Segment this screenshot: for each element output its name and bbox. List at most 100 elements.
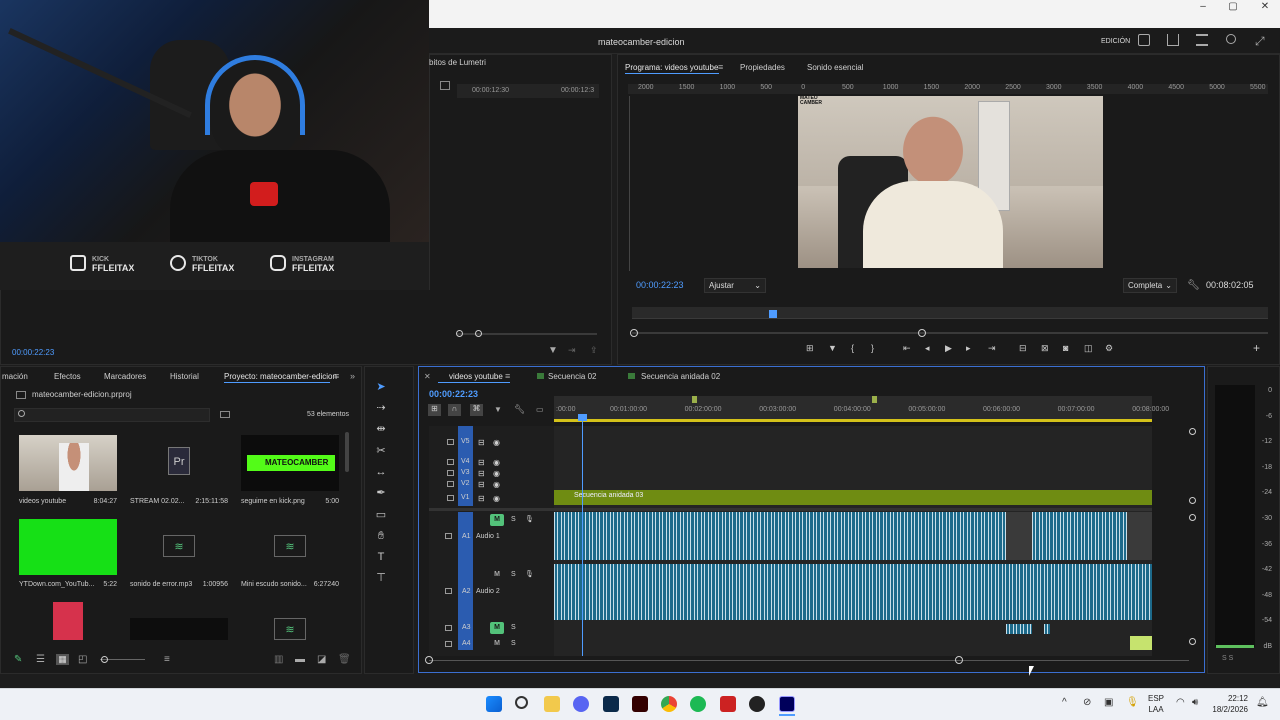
comparison-icon[interactable]: ◫ — [1084, 343, 1093, 354]
quality-dropdown[interactable]: Completa ⌄ — [1123, 278, 1177, 293]
lock-icon[interactable] — [445, 641, 452, 647]
icon-view-icon[interactable]: ▦ — [56, 654, 69, 665]
tab-menu-icon[interactable]: ≡ — [718, 62, 723, 72]
lift-icon[interactable]: ⊟ — [1019, 343, 1027, 354]
a-scroll-handle[interactable] — [1189, 514, 1196, 521]
meter-solo-row[interactable]: S S — [1222, 655, 1233, 662]
share-icon[interactable] — [1167, 34, 1179, 46]
a4-mute-button[interactable]: M — [490, 638, 504, 650]
lock-icon[interactable] — [447, 470, 454, 476]
lock-icon[interactable] — [445, 533, 452, 539]
timeline-menu-icon[interactable]: ≡ — [505, 371, 510, 381]
fullscreen-icon[interactable]: ⤢ — [1255, 34, 1265, 49]
mic-icon[interactable]: 🎙︎ — [525, 570, 534, 578]
expand-panels-icon[interactable]: » — [350, 371, 355, 381]
app-icon[interactable] — [720, 696, 736, 712]
minimize-button[interactable]: – — [1188, 0, 1218, 14]
hscroll-handle-right[interactable] — [955, 656, 963, 664]
a3-mute-button[interactable]: M — [490, 622, 504, 634]
toggle-sync-icon[interactable]: ⊟ — [478, 469, 485, 478]
a2-solo-button[interactable]: S — [511, 571, 516, 578]
wifi-icon[interactable]: ◠ — [1176, 697, 1185, 708]
snap-icon[interactable]: ∩ — [448, 404, 461, 416]
bin-icon[interactable] — [220, 411, 230, 418]
tab-markers[interactable]: Marcadores — [104, 372, 146, 381]
step-back-icon[interactable]: ◂ — [925, 343, 930, 354]
mark-out-icon[interactable]: } — [871, 343, 874, 353]
work-area-bar[interactable] — [554, 419, 1152, 422]
fit-dropdown[interactable]: Ajustar ⌄ — [704, 278, 766, 293]
tab-timeline-videos-youtube[interactable]: videos youtube — [449, 372, 503, 381]
zoom-slider-handle[interactable] — [101, 656, 108, 663]
clip-a2[interactable] — [554, 564, 1152, 620]
source-timecode[interactable]: 00:00:22:23 — [12, 348, 54, 357]
workspaces-icon[interactable] — [1138, 34, 1150, 46]
thumb-row3-1[interactable] — [19, 600, 117, 640]
close-button[interactable]: ✕ — [1250, 0, 1280, 14]
thumb-error-sound[interactable]: ≋ — [130, 519, 228, 575]
playhead-handle[interactable] — [578, 414, 587, 421]
tray-chevron-icon[interactable]: ^ — [1062, 697, 1067, 708]
v-scroll-handle[interactable] — [1189, 428, 1196, 435]
marker[interactable] — [872, 396, 877, 403]
toggle-sync-icon[interactable]: ⊟ — [478, 480, 485, 489]
thumb-kick[interactable]: MATEOCAMBER — [241, 435, 339, 491]
maximize-button[interactable]: ▢ — [1218, 0, 1248, 14]
notification-icon[interactable]: 🔔︎ — [1256, 697, 1269, 708]
filter-icon[interactable]: ▼ — [548, 345, 558, 356]
clip-a3-a[interactable] — [1006, 624, 1032, 634]
layout-code[interactable]: LAA — [1146, 705, 1166, 714]
clock-date[interactable]: 18/2/2026 — [1208, 705, 1248, 714]
track-select-icon[interactable]: ⇢ — [372, 400, 390, 416]
toggle-sync-icon[interactable]: ⊟ — [478, 458, 485, 467]
menu-icon[interactable] — [1196, 34, 1208, 46]
obs-icon[interactable] — [749, 696, 765, 712]
selection-tool-icon[interactable]: ➤ — [372, 379, 390, 395]
razor-icon[interactable]: ✂ — [372, 443, 390, 459]
a4-solo-button[interactable]: S — [511, 640, 516, 647]
add-button-icon[interactable]: + — [1253, 341, 1260, 355]
pencil-icon[interactable]: ✎ — [14, 654, 22, 665]
marker[interactable] — [692, 396, 697, 403]
a3-solo-button[interactable]: S — [511, 624, 516, 631]
type-icon[interactable]: T — [372, 549, 390, 565]
chrome-icon[interactable] — [661, 696, 677, 712]
program-time-ruler[interactable] — [632, 307, 1268, 319]
camera-icon[interactable]: ◙ — [1063, 343, 1068, 353]
project-scrollbar[interactable] — [345, 432, 349, 472]
ripple-edit-icon[interactable]: ⇹ — [372, 421, 390, 437]
lumetri-tab[interactable]: bitos de Lumetri — [429, 58, 486, 67]
new-item-icon[interactable]: ◪ — [317, 654, 326, 665]
thumb-videos-youtube[interactable] — [19, 435, 117, 491]
tab-program[interactable]: Programa: videos youtube — [625, 63, 718, 72]
thumb-stream[interactable]: Pr — [130, 435, 228, 491]
search-icon[interactable] — [515, 696, 528, 709]
clock-time[interactable]: 22:12 — [1208, 694, 1248, 703]
windows-start-icon[interactable] — [486, 696, 502, 712]
trash-icon[interactable]: 🗑︎ — [338, 654, 351, 665]
captions-icon[interactable]: ▭ — [536, 405, 544, 414]
a1-mute-button[interactable]: M — [490, 514, 504, 526]
mic-icon[interactable]: 🎙︎ — [525, 515, 534, 523]
lock-icon[interactable] — [445, 588, 452, 594]
settings-icon[interactable]: ⚙ — [1105, 343, 1113, 354]
toggle-sync-icon[interactable]: ⊟ — [478, 494, 485, 503]
hscroll-handle-left[interactable] — [425, 656, 433, 664]
program-viewer[interactable]: MATEO CAMBER — [798, 96, 1103, 268]
tab-secuencia-02[interactable]: Secuencia 02 — [548, 372, 596, 381]
nest-icon[interactable]: ⊞ — [428, 404, 441, 416]
tab-properties[interactable]: Propiedades — [740, 63, 785, 72]
clip-a4[interactable] — [1130, 636, 1152, 650]
marker-clip-icon[interactable]: ⊞ — [806, 343, 814, 354]
linked-selection-icon[interactable]: ⌘ — [470, 404, 483, 416]
insert-icon[interactable]: ⇥ — [568, 345, 576, 356]
clip-a1-end[interactable] — [1032, 512, 1127, 560]
add-marker-icon[interactable]: ▼ — [494, 405, 502, 414]
photoshop-icon[interactable] — [603, 696, 619, 712]
eye-icon[interactable]: ◉ — [493, 494, 500, 503]
discord-icon[interactable] — [573, 696, 589, 712]
eye-icon[interactable]: ◉ — [493, 458, 500, 467]
play-icon[interactable]: ▶ — [945, 343, 952, 354]
tab-effects[interactable]: Efectos — [54, 372, 81, 381]
lang-code[interactable]: ESP — [1146, 694, 1166, 703]
